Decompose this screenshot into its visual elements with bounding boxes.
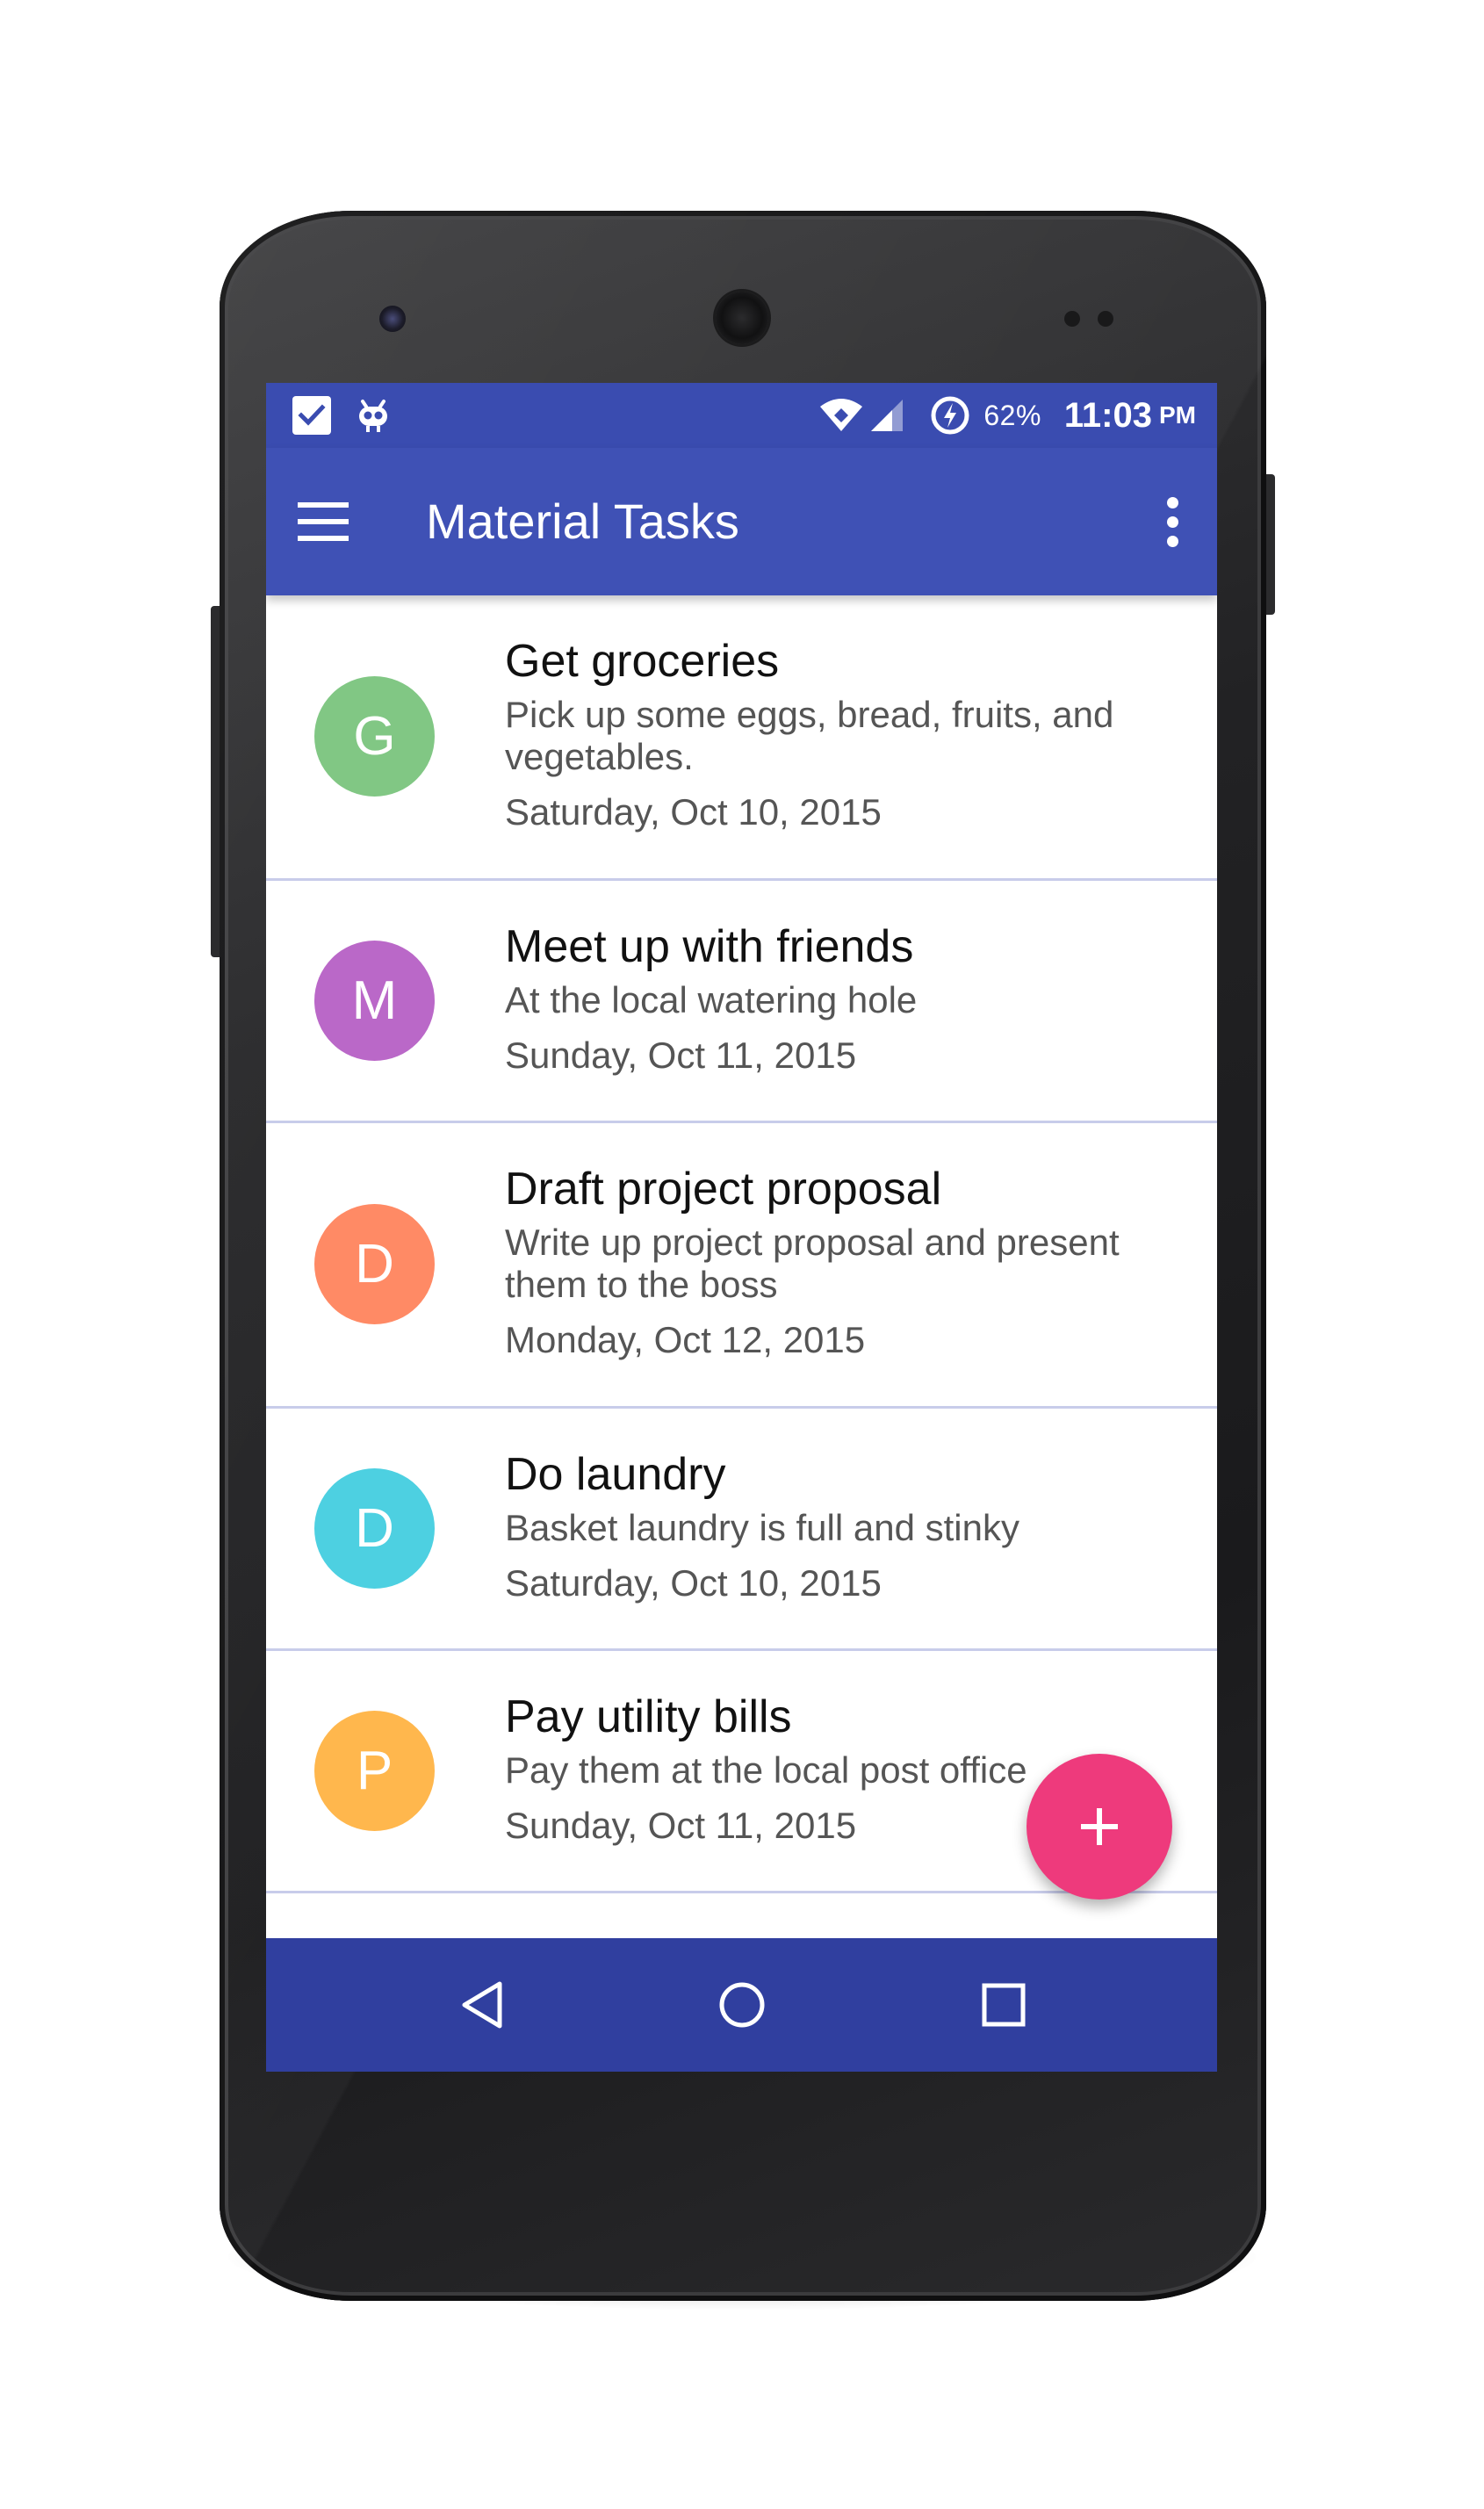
home-icon[interactable] bbox=[707, 1970, 777, 2040]
task-text: Meet up with friends At the local wateri… bbox=[505, 918, 1138, 1078]
cell-signal-icon bbox=[868, 396, 906, 435]
phone-screen: 62% 11:03 PM Material Tasks G Get grocer… bbox=[266, 383, 1217, 2072]
cyanogen-icon bbox=[354, 396, 393, 435]
battery-percent: 62% bbox=[983, 399, 1041, 431]
earpiece-speaker bbox=[716, 292, 768, 344]
task-item-meet-up[interactable]: M Meet up with friends At the local wate… bbox=[266, 881, 1217, 1123]
task-avatar: M bbox=[314, 941, 435, 1061]
back-icon[interactable] bbox=[449, 1970, 519, 2040]
status-bar: 62% 11:03 PM bbox=[266, 383, 1217, 448]
status-right-icons: 62% 11:03 PM bbox=[818, 383, 1196, 448]
task-title: Get groceries bbox=[505, 636, 780, 687]
task-description: Basket laundry is full and stinky bbox=[505, 1507, 1019, 1548]
add-task-button[interactable] bbox=[1027, 1754, 1172, 1900]
device-mockup-canvas: 62% 11:03 PM Material Tasks G Get grocer… bbox=[0, 0, 1484, 2509]
task-date: Saturday, Oct 10, 2015 bbox=[505, 791, 882, 833]
task-description: Write up project proposal and present th… bbox=[505, 1222, 1120, 1305]
recents-icon[interactable] bbox=[969, 1970, 1039, 2040]
more-vert-icon[interactable] bbox=[1164, 497, 1182, 548]
light-sensor bbox=[1098, 311, 1113, 327]
task-item-do-laundry[interactable]: D Do laundry Basket laundry is full and … bbox=[266, 1409, 1217, 1651]
task-description: At the local watering hole bbox=[505, 979, 918, 1020]
wifi-icon bbox=[818, 396, 864, 435]
proximity-sensor bbox=[1064, 311, 1080, 327]
task-title: Pay utility bills bbox=[505, 1691, 792, 1742]
task-title: Meet up with friends bbox=[505, 921, 914, 972]
clock-am-pm: PM bbox=[1159, 401, 1196, 429]
task-text: Draft project proposal Write up project … bbox=[505, 1160, 1138, 1362]
front-camera bbox=[379, 306, 406, 332]
task-avatar: D bbox=[314, 1468, 435, 1589]
app-bar: Material Tasks bbox=[266, 448, 1217, 595]
task-item-draft-proposal[interactable]: D Draft project proposal Write up projec… bbox=[266, 1123, 1217, 1409]
task-check-icon bbox=[292, 396, 331, 435]
task-avatar: G bbox=[314, 676, 435, 797]
task-title: Do laundry bbox=[505, 1449, 726, 1500]
task-date: Monday, Oct 12, 2015 bbox=[505, 1319, 866, 1360]
task-avatar: P bbox=[314, 1711, 435, 1831]
task-title: Draft project proposal bbox=[505, 1164, 942, 1215]
system-nav-bar bbox=[266, 1938, 1217, 2072]
task-item-get-groceries[interactable]: G Get groceries Pick up some eggs, bread… bbox=[266, 595, 1217, 881]
clock-time: 11:03 bbox=[1063, 395, 1152, 435]
app-title: Material Tasks bbox=[426, 494, 739, 549]
battery-saver-icon bbox=[929, 394, 971, 436]
task-date: Saturday, Oct 10, 2015 bbox=[505, 1562, 882, 1604]
status-left-icons bbox=[292, 383, 415, 448]
task-avatar: D bbox=[314, 1204, 435, 1324]
hamburger-menu-icon[interactable] bbox=[298, 495, 350, 548]
task-list[interactable]: G Get groceries Pick up some eggs, bread… bbox=[266, 595, 1217, 1938]
task-text: Do laundry Basket laundry is full and st… bbox=[505, 1446, 1138, 1605]
task-date: Sunday, Oct 11, 2015 bbox=[505, 1035, 857, 1076]
task-description: Pick up some eggs, bread, fruits, and ve… bbox=[505, 694, 1114, 777]
task-text: Get groceries Pick up some eggs, bread, … bbox=[505, 632, 1138, 834]
